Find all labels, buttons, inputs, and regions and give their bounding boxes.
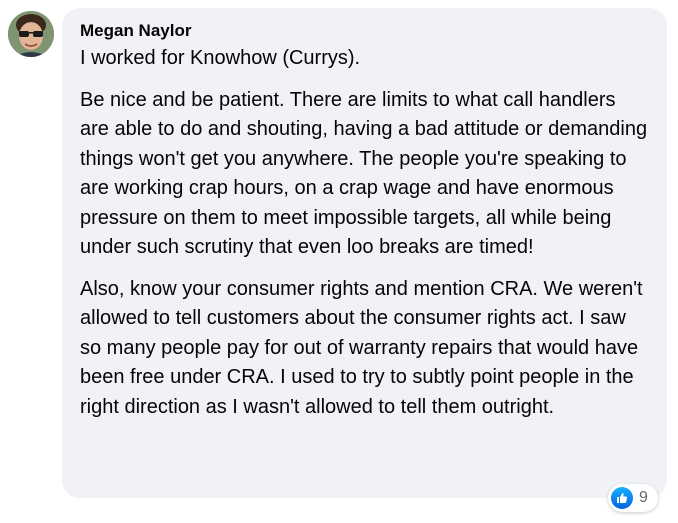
comment-paragraph-2: Be nice and be patient. There are limits… <box>80 88 648 259</box>
comment-bubble: Megan Naylor I worked for Knowhow (Curry… <box>62 8 667 498</box>
comment-paragraph-3: Also, know your consumer rights and ment… <box>80 277 643 418</box>
reactions-badge[interactable]: 9 <box>608 484 658 512</box>
comment-author[interactable]: Megan Naylor <box>80 20 649 42</box>
comment-paragraph-1: I worked for Knowhow (Currys). <box>80 47 361 69</box>
like-icon <box>611 487 633 509</box>
reaction-count: 9 <box>639 489 648 506</box>
avatar[interactable] <box>8 11 54 57</box>
profile-photo-icon <box>8 11 54 57</box>
